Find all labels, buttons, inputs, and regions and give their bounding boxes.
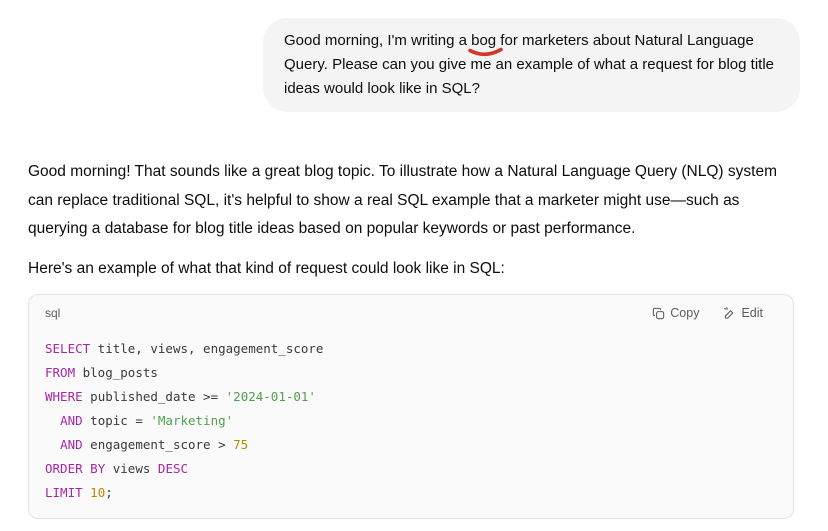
edit-button-label: Edit — [741, 306, 763, 320]
chat-page: Good morning, I'm writing a bog for mark… — [0, 0, 828, 519]
code-content: SELECT title, views, engagement_scoreFRO… — [29, 320, 793, 518]
user-message-text-before: Good morning, I'm writing a — [284, 32, 471, 49]
sql-code-block: sql Copy Edit SELECT title, views, engag… — [28, 294, 794, 519]
assistant-message: Good morning! That sounds like a great b… — [28, 158, 796, 519]
edit-button[interactable]: Edit — [723, 306, 763, 320]
assistant-paragraph-2: Here's an example of what that kind of r… — [28, 255, 796, 284]
code-block-header: sql Copy Edit — [29, 295, 793, 320]
code-block-actions: Copy Edit — [652, 306, 763, 320]
misspelled-word-text: bog — [471, 32, 496, 49]
copy-button[interactable]: Copy — [652, 306, 699, 320]
user-message-row: Good morning, I'm writing a bog for mark… — [28, 18, 800, 112]
misspelled-word: bog — [471, 32, 496, 49]
assistant-paragraph-1: Good morning! That sounds like a great b… — [28, 158, 796, 244]
user-message-bubble: Good morning, I'm writing a bog for mark… — [263, 18, 800, 112]
code-language-label: sql — [45, 306, 60, 320]
copy-icon — [652, 307, 665, 320]
edit-pencil-icon — [723, 307, 736, 320]
copy-button-label: Copy — [670, 306, 699, 320]
